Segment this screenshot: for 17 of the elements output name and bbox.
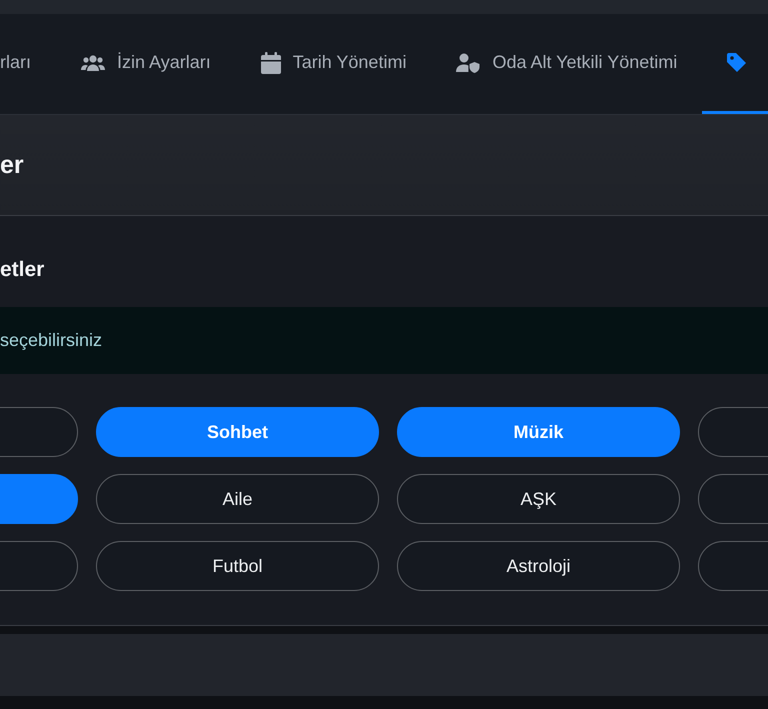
calendar-icon (260, 52, 281, 74)
nav-tab[interactable]: İzin Ayarları (56, 14, 236, 114)
card-title: etler (0, 257, 46, 283)
tag-toggle[interactable]: Astroloji (397, 541, 680, 592)
tag-toggle[interactable]: Müzik (397, 407, 680, 458)
tag-toggle[interactable]: AŞK (397, 474, 680, 524)
nav-tab[interactable]: rları (0, 14, 56, 114)
users-icon (81, 54, 105, 72)
tag-toggle[interactable]: Sohbet (96, 407, 379, 458)
page-title: er (0, 150, 24, 180)
info-alert: seçebilirsiniz (0, 307, 768, 374)
user-shield-icon (456, 52, 480, 72)
nav-tab[interactable]: Oda Alt Yetkili Yönetimi (431, 14, 702, 114)
nav-tab[interactable]: Tarih Yönetimi (236, 14, 432, 114)
tag-toggle[interactable]: Aile (96, 474, 379, 524)
tag-toggle[interactable]: Futbol (96, 541, 379, 592)
tag-icon (727, 52, 748, 72)
